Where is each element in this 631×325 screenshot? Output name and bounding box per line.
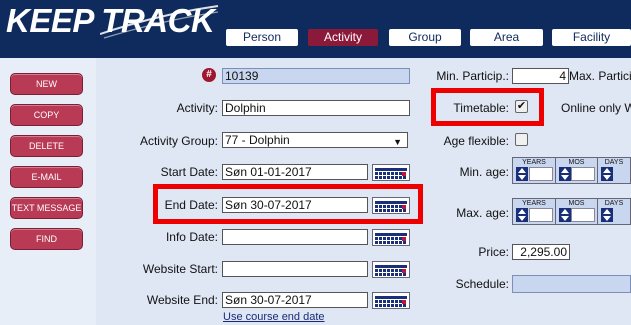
timetable-label: Timetable:	[453, 101, 509, 115]
min-age-months-spinner[interactable]: MOS	[555, 157, 598, 184]
max-age-spinner-group: YEARS MOS DAYS	[512, 198, 631, 226]
info-date-calendar-icon[interactable]	[372, 229, 410, 246]
activity-group-select[interactable]: 77 - Dolphin ▼	[222, 132, 408, 148]
end-date-label: End Date:	[164, 198, 218, 212]
max-age-days-spinner[interactable]: DAYS	[597, 198, 631, 225]
chevron-down-icon: ▼	[393, 137, 402, 147]
sidebar: NEW COPY DELETE E-MAIL TEXT MESSAGE FIND	[0, 58, 96, 325]
delete-button[interactable]: DELETE	[10, 135, 83, 157]
activity-group-value: 77 - Dolphin	[225, 133, 290, 147]
price-field[interactable]: 2,295.00	[512, 244, 570, 260]
app-header: KEEP TRACK Person Activity Group Area Fa…	[0, 0, 631, 58]
tab-facility[interactable]: Facility	[552, 29, 631, 46]
tab-activity[interactable]: Activity	[308, 29, 378, 46]
max-age-months-spinner[interactable]: MOS	[555, 198, 598, 225]
text-message-button[interactable]: TEXT MESSAGE	[10, 197, 83, 219]
max-age-years-spinner[interactable]: YEARS	[512, 198, 556, 225]
online-only-label: Online only WI	[561, 101, 631, 115]
website-start-label: Website Start:	[142, 262, 218, 276]
age-flexible-checkbox[interactable]	[515, 133, 528, 146]
email-button[interactable]: E-MAIL	[10, 166, 83, 188]
checkmark-icon: ✔	[516, 100, 527, 112]
logo-swoosh-icon	[100, 5, 219, 39]
hash-icon: #	[202, 68, 216, 82]
website-start-calendar-icon[interactable]	[372, 261, 410, 278]
schedule-field[interactable]	[512, 275, 631, 293]
max-age-label: Max. age:	[456, 206, 509, 220]
min-age-label: Min. age:	[459, 165, 509, 179]
start-date-calendar-icon[interactable]	[372, 164, 410, 181]
max-particip-label: Max. Particip	[569, 69, 631, 83]
start-date-label: Start Date:	[160, 165, 218, 179]
timetable-checkbox[interactable]: ✔	[515, 100, 528, 113]
start-date-field[interactable]: Søn 01-01-2017	[222, 164, 368, 180]
min-age-years-spinner[interactable]: YEARS	[512, 157, 556, 184]
website-end-calendar-icon[interactable]	[372, 292, 410, 309]
activity-group-label: Activity Group:	[139, 134, 218, 148]
website-start-field[interactable]	[222, 261, 368, 277]
website-end-label: Website End:	[146, 293, 218, 307]
find-button[interactable]: FIND	[10, 228, 83, 250]
use-course-end-date-link[interactable]: Use course end date	[223, 311, 325, 323]
tab-person[interactable]: Person	[226, 29, 298, 46]
end-date-field[interactable]: Søn 30-07-2017	[222, 197, 368, 213]
schedule-label: Schedule:	[455, 277, 509, 291]
min-age-days-spinner[interactable]: DAYS	[597, 157, 631, 184]
tab-area[interactable]: Area	[470, 29, 543, 46]
min-age-spinner-group: YEARS MOS DAYS	[512, 157, 631, 185]
new-button[interactable]: NEW	[10, 73, 83, 95]
website-end-field[interactable]: Søn 30-07-2017	[222, 292, 368, 308]
price-label: Price:	[478, 245, 509, 259]
activity-field[interactable]: Dolphin	[222, 100, 410, 116]
min-particip-field[interactable]: 4	[512, 68, 569, 84]
min-particip-label: Min. Particip.:	[436, 69, 509, 83]
copy-button[interactable]: COPY	[10, 104, 83, 126]
info-date-label: Info Date:	[165, 230, 218, 244]
end-date-calendar-icon[interactable]	[372, 197, 410, 214]
id-field: 10139	[222, 68, 410, 84]
activity-label: Activity:	[176, 101, 218, 115]
age-flexible-label: Age flexible:	[443, 134, 509, 148]
tab-group[interactable]: Group	[389, 29, 461, 46]
info-date-field[interactable]	[222, 229, 368, 245]
